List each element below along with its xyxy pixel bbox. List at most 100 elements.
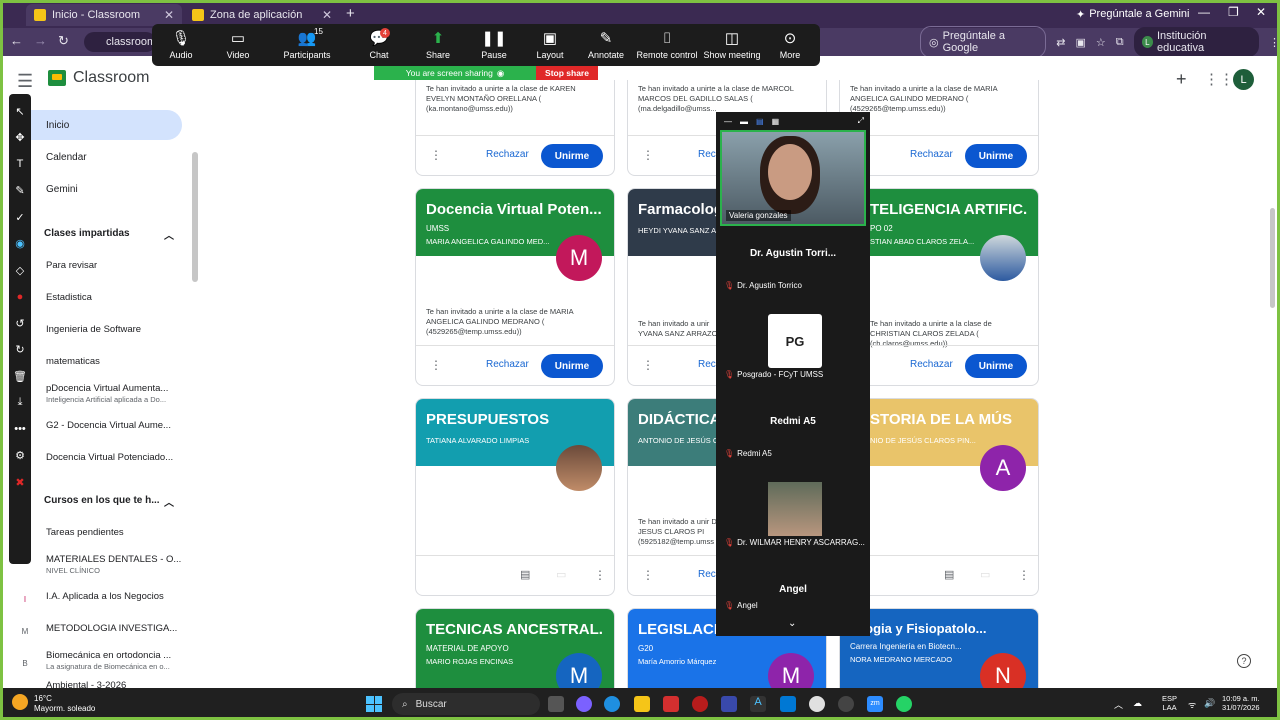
language-indicator[interactable]: ESP LAA (1162, 694, 1177, 712)
participant-tile[interactable]: Redmi A5 🎙 Redmi A5 (718, 416, 868, 458)
whatsapp-icon[interactable] (896, 696, 912, 712)
show-meeting-button[interactable]: ◫ Show meeting (700, 24, 764, 66)
new-tab-icon[interactable]: + (346, 5, 355, 22)
class-title[interactable]: TELIGENCIA ARTIFIC... (870, 201, 1028, 218)
reload-icon[interactable]: ↻ (58, 33, 69, 49)
assignment-icon[interactable]: ▤ (944, 568, 954, 581)
text-tool-icon[interactable]: T (17, 151, 24, 178)
app-icon[interactable] (721, 696, 737, 712)
file-explorer-icon[interactable] (634, 696, 650, 712)
check-stamp-icon[interactable]: ✓ (15, 204, 24, 231)
more-vert-icon[interactable]: ⋮ (1018, 568, 1030, 582)
class-title[interactable]: PRESUPUESTOS (426, 411, 604, 428)
task-view-icon[interactable] (548, 696, 564, 712)
folder-icon[interactable]: ▭ (980, 568, 990, 581)
tab-zona-aplicacion[interactable]: Zona de aplicación ✕ (184, 4, 340, 26)
more-tools-icon[interactable]: ••• (14, 416, 26, 443)
more-button[interactable]: ⊙ More (764, 24, 816, 66)
remote-control-button[interactable]: ⌷ Remote control (634, 24, 700, 66)
chrome-icon[interactable] (809, 696, 825, 712)
sidebar-item-g2-docencia[interactable]: G2 - Docencia Virtual Aume... (46, 420, 186, 431)
settings-icon[interactable] (838, 696, 854, 712)
pause-button[interactable]: ❚❚ Pause (466, 24, 522, 66)
main-menu-icon[interactable]: ☰ (17, 71, 33, 92)
participant-tile[interactable]: PG 🎙 Posgrado - FCyT UMSS (718, 312, 868, 382)
account-avatar[interactable]: L (1233, 69, 1254, 90)
class-card[interactable]: TECNICAS ANCESTRAL... MATERIAL DE APOYO MA… (415, 608, 615, 698)
join-button[interactable]: Unirme (541, 144, 603, 168)
share-button[interactable]: ⬆ Share (410, 24, 466, 66)
more-vert-icon[interactable]: ⋮ (642, 148, 654, 162)
sidebar-item-estadistica[interactable]: Estadistica (46, 292, 186, 303)
address-bar[interactable]: classroom.g (84, 32, 165, 52)
gallery-view-icon[interactable]: ▦ (772, 117, 780, 126)
class-title[interactable]: TECNICAS ANCESTRAL... (426, 621, 604, 638)
more-vert-icon[interactable]: ⋮ (594, 568, 606, 582)
strip-view-icon[interactable]: ▤ (756, 117, 764, 126)
add-class-icon[interactable]: + (1176, 69, 1187, 90)
zoom-icon[interactable]: zm (867, 696, 883, 712)
participant-tile[interactable]: Angel 🎙 Angel (718, 584, 868, 610)
sidebar-item-ia-negocios[interactable]: I.A. Aplicada a los Negocios (46, 591, 186, 602)
sidebar-item-pdocencia[interactable]: pDocencia Virtual Aumenta... Inteligencia… (46, 383, 186, 405)
class-card-invite[interactable]: Te han invitado a unirte a la clase de K… (415, 80, 615, 176)
settings-icon[interactable]: ⚙ (15, 443, 25, 470)
sidebar-item-calendar[interactable]: Calendar (10, 142, 182, 172)
store-icon[interactable] (780, 696, 796, 712)
participants-button[interactable]: 👥 15 Participants (266, 24, 348, 66)
minimize-icon[interactable]: — (1198, 5, 1210, 19)
class-title[interactable]: iologia y Fisiopatolo... (850, 621, 1028, 636)
sidebar-item-metodologia[interactable]: METODOLOGIA INVESTIGA... (46, 623, 186, 634)
eraser-icon[interactable]: ◇ (16, 257, 24, 284)
reject-button[interactable]: Rechazar (910, 149, 953, 160)
stop-share-button[interactable]: Stop share (536, 66, 598, 80)
color-picker-icon[interactable]: ● (17, 284, 24, 311)
classroom-brand[interactable]: Classroom (73, 69, 149, 87)
sidebar-item-biomecanica[interactable]: Biomecánica en ortodoncia ... La asignatu… (46, 650, 186, 672)
main-scrollbar[interactable] (1270, 208, 1275, 308)
close-icon[interactable]: ✕ (322, 8, 332, 22)
forward-icon[interactable]: → (34, 33, 47, 48)
back-icon[interactable]: ← (10, 33, 23, 48)
sidebar-item-gemini[interactable]: Gemini (10, 174, 182, 204)
pdf-reader-icon[interactable] (663, 696, 679, 712)
reject-button[interactable]: Rechazar (486, 359, 529, 370)
more-vert-icon[interactable]: ⋮ (642, 358, 654, 372)
more-vert-icon[interactable]: ⋮ (430, 358, 442, 372)
participant-tile[interactable]: 🎙 Dr. WILMAR HENRY ASCARRAG... (718, 480, 868, 550)
cloud-icon[interactable]: ☁ (1133, 698, 1142, 711)
sidebar-scrollbar[interactable] (192, 152, 198, 282)
annotate-button[interactable]: ✎ Annotate (578, 24, 634, 66)
undo-icon[interactable]: ↺ (15, 310, 24, 337)
clear-icon[interactable]: 🗑 (13, 363, 27, 390)
weather-widget[interactable]: 16°C Mayorm. soleado (12, 694, 95, 714)
window-close-icon[interactable]: ✕ (1256, 5, 1266, 19)
class-card[interactable]: PRESUPUESTOS TATIANA ALVARADO LIMPIAS ▤ ▭ ⋮ (415, 398, 615, 596)
clock[interactable]: 10:09 a. m. 31/07/2026 (1222, 694, 1260, 712)
chevron-up-icon[interactable]: ︿ (1114, 698, 1123, 711)
join-button[interactable]: Unirme (965, 144, 1027, 168)
speaker-view-icon[interactable]: ▬ (740, 117, 748, 126)
sidebar-item-inicio[interactable]: ⌂Inicio (10, 110, 182, 140)
sidebar-item-matematicas[interactable]: matematicas (46, 356, 186, 367)
ask-gemini-button[interactable]: ✦ Pregúntale a Gemini (1068, 5, 1198, 23)
sidebar-item-ingenieria-software[interactable]: Ingenieria de Software (46, 324, 186, 335)
save-icon[interactable]: ⤓ (18, 390, 23, 417)
pointer-icon[interactable]: ↖ (15, 98, 24, 125)
copilot-icon[interactable] (576, 696, 592, 712)
cast-icon[interactable]: ▣ (1076, 36, 1086, 49)
wifi-icon[interactable]: ᯤ (1188, 698, 1196, 711)
bookmark-star-icon[interactable]: ☆ (1096, 36, 1106, 49)
class-title[interactable]: STORIA DE LA MÚS (870, 411, 1028, 428)
sidebar-item-tareas-pendientes[interactable]: Tareas pendientes (46, 527, 186, 538)
layout-button[interactable]: ▣ Layout (522, 24, 578, 66)
close-icon[interactable]: ✕ (164, 8, 174, 22)
reject-button[interactable]: Rechazar (910, 359, 953, 370)
start-button[interactable] (366, 696, 382, 712)
sidebar-item-docencia-potenciado[interactable]: Docencia Virtual Potenciado... (46, 452, 186, 463)
taskbar-search[interactable]: ⌕ Buscar (392, 693, 540, 715)
chat-button[interactable]: 💬 4 Chat (348, 24, 410, 66)
video-button[interactable]: ▭ Video (210, 24, 266, 66)
audio-button[interactable]: 🎙 Audio (152, 24, 210, 66)
more-vert-icon[interactable]: ⋮ (430, 148, 442, 162)
